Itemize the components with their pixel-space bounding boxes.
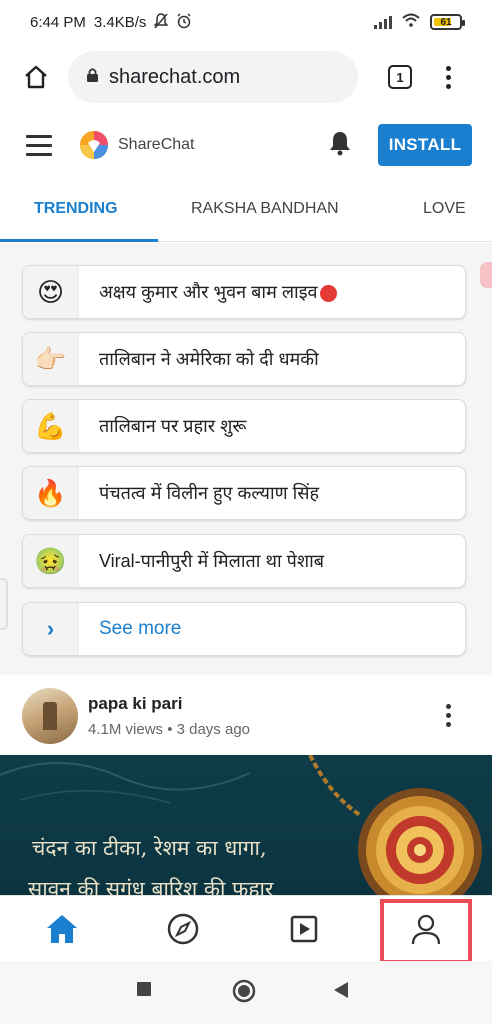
nav-home-button[interactable] (41, 908, 83, 950)
rakhi-decoration-icon (0, 755, 482, 895)
status-left: 6:44 PM 3.4KB/s (30, 12, 374, 32)
url-text: sharechat.com (109, 65, 241, 88)
battery-level: 61 (440, 16, 452, 28)
trending-item[interactable]: 🔥 पंचतत्व में विलीन हुए कल्याण सिंह (22, 466, 466, 520)
trending-item-text: पंचतत्व में विलीन हुए कल्याण सिंह (99, 483, 320, 503)
browser-home-button[interactable] (18, 59, 54, 95)
home-outline-icon (25, 65, 47, 89)
alarm-icon (176, 12, 192, 32)
lock-icon (86, 66, 99, 89)
status-bar: 6:44 PM 3.4KB/s 61 (0, 0, 492, 44)
trending-item[interactable]: 👉🏻 तालिबान ने अमेरिका को दी धमकी (22, 332, 466, 386)
post-menu-button[interactable] (446, 704, 451, 727)
nauseated-face-emoji-icon: 🤢 (23, 535, 79, 587)
pointing-hand-emoji-icon: 👉🏻 (23, 333, 79, 385)
chevron-right-icon: › (23, 603, 79, 655)
install-button[interactable]: INSTALL (378, 124, 472, 166)
battery-icon: 61 (430, 14, 465, 30)
video-icon (290, 915, 318, 943)
post-image[interactable]: चंदन का टीका, रेशम का धागा, सावन की सुगं… (0, 755, 492, 895)
trending-item[interactable]: 💪 तालिबान पर प्रहार शुरू (22, 399, 466, 453)
live-indicator-icon (319, 284, 337, 302)
trending-item-text: तालिबान ने अमेरिका को दी धमकी (99, 349, 319, 369)
logo-text: ShareChat (118, 136, 195, 153)
tab-switcher-button[interactable]: 1 (388, 65, 412, 89)
system-navigation-bar (0, 961, 492, 1024)
notification-bell-icon[interactable] (328, 130, 352, 161)
trending-item-text: तालिबान पर प्रहार शुरू (99, 416, 247, 436)
post-username[interactable]: papa ki pari (88, 694, 182, 714)
tab-raksha-bandhan[interactable]: RAKSHA BANDHAN (191, 200, 339, 218)
fire-emoji-icon: 🔥 (23, 467, 79, 519)
trending-list: 😍 अक्षय कुमार और भुवन बाम लाइव 👉🏻 तालिबा… (0, 243, 492, 675)
browser-menu-button[interactable] (446, 65, 451, 89)
flexed-biceps-emoji-icon: 💪 (23, 400, 79, 452)
compass-icon (167, 913, 199, 945)
avatar[interactable] (22, 688, 78, 744)
see-more-button[interactable]: › See more (22, 602, 466, 656)
post-header: papa ki pari 4.1M views • 3 days ago (0, 675, 492, 755)
status-time: 6:44 PM (30, 13, 86, 31)
edge-gesture-handle (0, 578, 8, 630)
post-image-line-1: चंदन का टीका, रेशम का धागा, (32, 836, 267, 860)
trending-item-text: अक्षय कुमार और भुवन बाम लाइव (99, 280, 337, 304)
address-bar[interactable]: sharechat.com (68, 51, 358, 103)
hamburger-menu-icon[interactable] (26, 134, 52, 156)
active-tab-indicator (0, 239, 158, 242)
nav-explore-button[interactable] (162, 908, 204, 950)
sharechat-logo-icon (78, 129, 110, 161)
profile-highlight-box (380, 899, 472, 964)
home-system-button[interactable] (232, 979, 256, 1008)
tab-trending[interactable]: TRENDING (34, 200, 118, 218)
trending-item[interactable]: 🤢 Viral-पानीपुरी में मिलाता था पेशाब (22, 534, 466, 588)
scroll-handle[interactable] (480, 262, 492, 288)
nav-video-button[interactable] (283, 908, 325, 950)
circle-home-icon (232, 979, 256, 1003)
back-button[interactable] (333, 981, 349, 1004)
post-image-line-2: सावन की सुगंध बारिश की फुहार (28, 877, 274, 895)
tab-count: 1 (396, 69, 404, 85)
mute-icon (153, 12, 170, 32)
network-speed: 3.4KB/s (93, 13, 147, 31)
tab-love[interactable]: LOVE (423, 200, 466, 218)
square-icon (137, 982, 151, 996)
recents-button[interactable] (136, 981, 152, 1002)
heart-eyes-emoji-icon: 😍 (23, 266, 79, 318)
category-tabs: TRENDING RAKSHA BANDHAN LOVE (0, 178, 492, 242)
browser-bar: sharechat.com 1 (0, 44, 492, 110)
app-header: ShareChat INSTALL (0, 112, 492, 178)
post-meta: 4.1M views • 3 days ago (88, 721, 250, 738)
wifi-icon (402, 13, 420, 31)
home-icon (47, 915, 77, 943)
status-right: 61 (374, 13, 465, 31)
trending-item[interactable]: 😍 अक्षय कुमार और भुवन बाम लाइव (22, 265, 466, 319)
trending-item-text: Viral-पानीपुरी में मिलाता था पेशाब (99, 551, 325, 571)
back-triangle-icon (334, 982, 348, 998)
signal-icon (374, 15, 392, 29)
see-more-label: See more (99, 618, 182, 639)
